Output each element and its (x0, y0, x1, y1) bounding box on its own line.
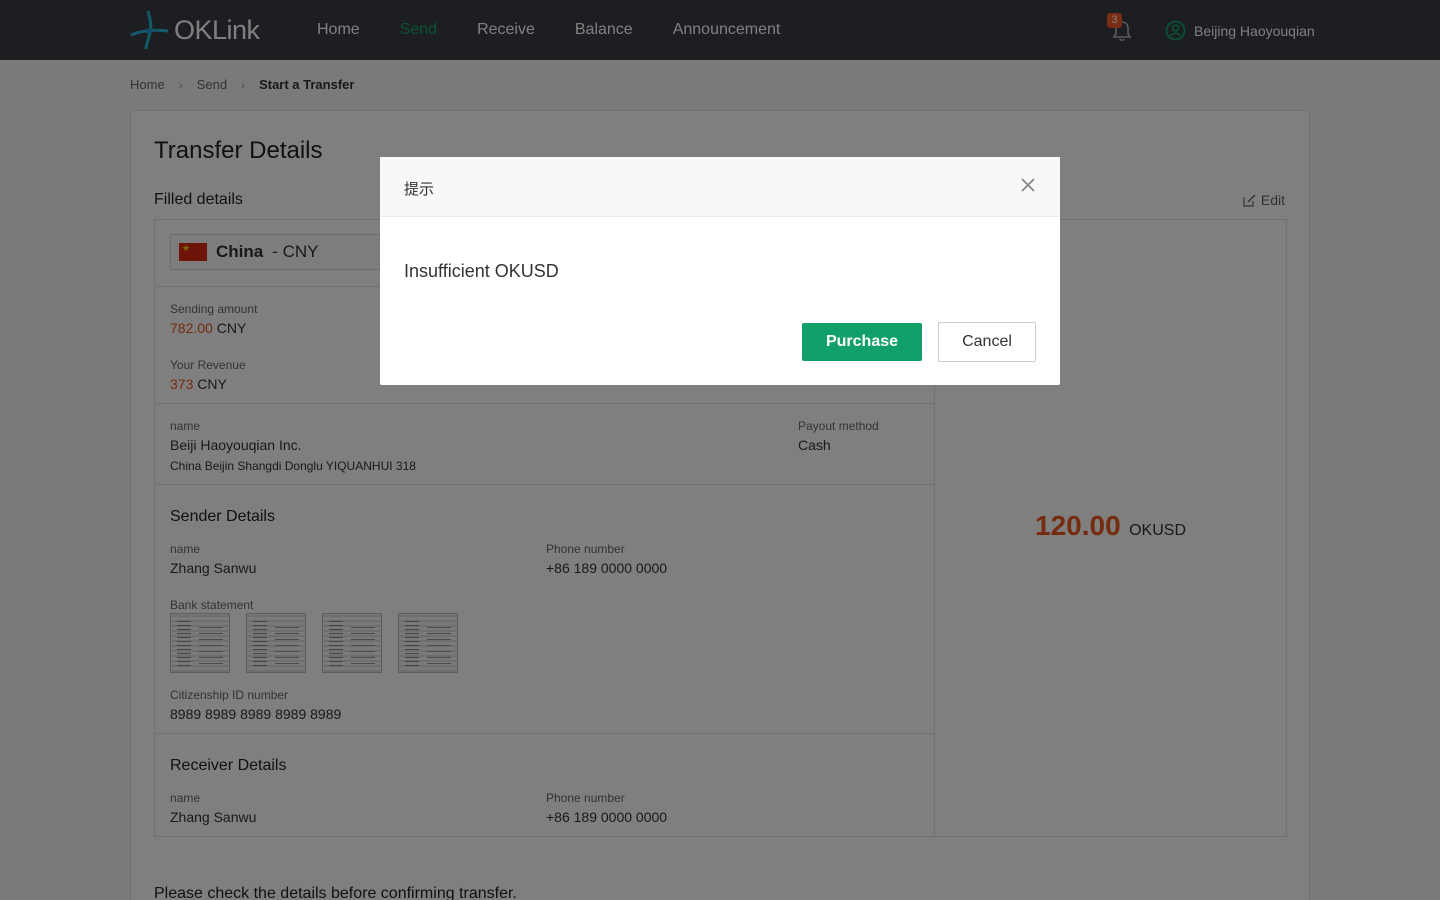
close-icon[interactable] (1020, 177, 1036, 193)
insufficient-balance-dialog: 提示 Insufficient OKUSD Purchase Cancel (380, 157, 1060, 385)
dialog-message: Insufficient OKUSD (404, 261, 559, 281)
purchase-button[interactable]: Purchase (802, 323, 922, 361)
modal-overlay[interactable] (0, 0, 1440, 900)
dialog-header: 提示 (380, 157, 1060, 217)
dialog-title: 提示 (404, 181, 435, 198)
cancel-button[interactable]: Cancel (938, 322, 1036, 362)
